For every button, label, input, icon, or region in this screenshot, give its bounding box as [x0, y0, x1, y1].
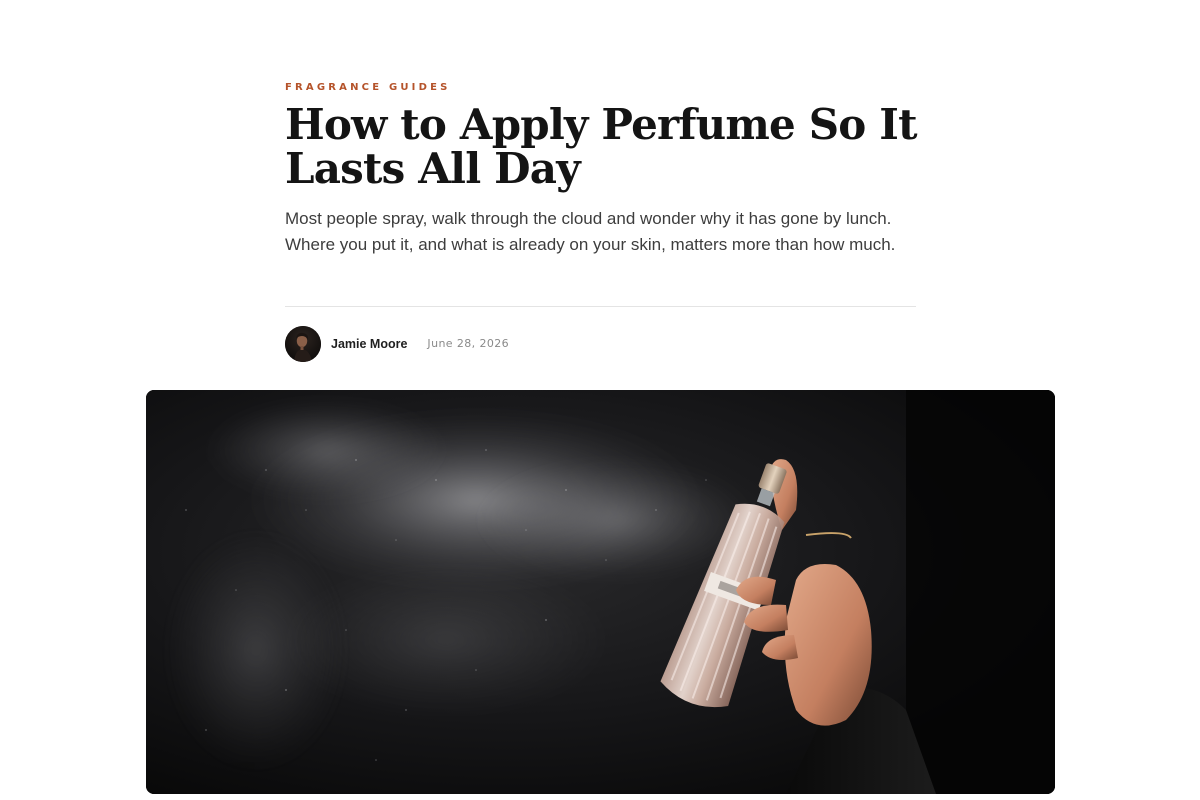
article-dek: Most people spray, walk through the clou… — [285, 209, 896, 254]
byline: Jamie Moore June 28, 2026 — [285, 325, 509, 362]
publish-date: June 28, 2026 — [427, 337, 510, 350]
header-divider — [285, 306, 916, 307]
article-title: How to Apply Perfume So It Lasts All Day — [285, 100, 918, 193]
author-name[interactable]: Jamie Moore — [331, 337, 407, 351]
hero-image — [146, 390, 1055, 794]
category-label[interactable]: FRAGRANCE GUIDES — [285, 82, 451, 93]
author-avatar[interactable] — [285, 325, 321, 362]
perfume-spray-illustration — [146, 390, 1055, 794]
